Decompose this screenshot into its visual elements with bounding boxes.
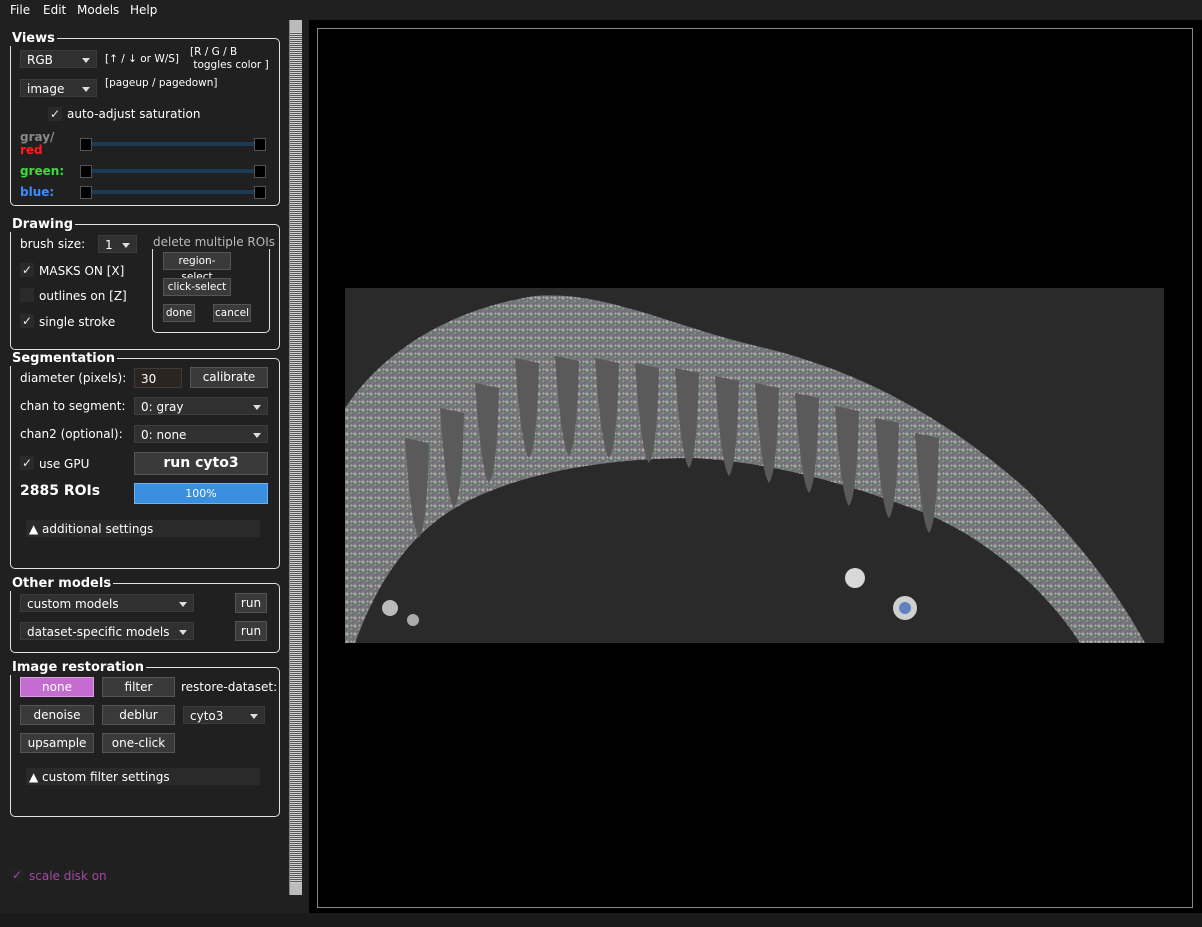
segmentation-progress-bar: 100%	[134, 483, 268, 504]
cancel-button[interactable]: cancel	[213, 304, 251, 322]
calibrate-button[interactable]: calibrate	[190, 367, 268, 388]
menu-models[interactable]: Models	[77, 3, 119, 17]
diameter-label: diameter (pixels):	[20, 371, 127, 385]
chan2-select[interactable]: 0: none	[134, 425, 268, 443]
auto-adjust-label: auto-adjust saturation	[67, 107, 201, 121]
roi-count: 2885 ROIs	[20, 483, 101, 499]
scroll-down-arrow[interactable]	[290, 883, 302, 895]
auto-adjust-checkbox[interactable]: ✓	[48, 107, 62, 121]
diameter-input[interactable]: 30	[134, 368, 182, 388]
slider-track	[82, 142, 264, 146]
region-select-button[interactable]: region-select	[163, 252, 231, 283]
brush-size-label: brush size:	[20, 237, 86, 251]
segmentation-image[interactable]	[345, 288, 1164, 643]
restore-filter-button[interactable]: filter	[102, 677, 175, 697]
chevron-down-icon	[82, 58, 90, 63]
keys-hint: [↑ / ↓ or W/S]	[105, 53, 180, 65]
restore-none-button[interactable]: none	[20, 677, 94, 697]
restore-dataset-label: restore-dataset:	[181, 680, 278, 694]
done-button[interactable]: done	[163, 304, 195, 322]
scale-disk-checkbox[interactable]: ✓	[10, 868, 24, 882]
page-hint: [pageup / pagedown]	[105, 77, 218, 89]
view-mode-select[interactable]: image	[20, 79, 97, 97]
brush-size-select[interactable]: 1	[98, 235, 137, 253]
chan-select[interactable]: 0: gray	[134, 397, 268, 415]
scale-disk-label: scale disk on	[29, 869, 107, 883]
restore-dataset-select[interactable]: cyto3	[183, 706, 265, 724]
chevron-down-icon	[253, 405, 261, 410]
slider-max-handle[interactable]	[254, 165, 266, 178]
chevron-down-icon	[253, 433, 261, 438]
denoise-button[interactable]: denoise	[20, 705, 94, 725]
single-stroke-label: single stroke	[39, 315, 116, 329]
slider-track	[82, 169, 264, 173]
slider-red-label: red	[20, 143, 43, 157]
toggle-hint: [R / G / B toggles color ]	[190, 46, 269, 71]
drawing-title: Drawing	[10, 217, 76, 232]
masks-label: MASKS ON [X]	[39, 264, 125, 278]
slider-gray-label: gray/	[20, 130, 55, 144]
chevron-down-icon	[122, 243, 130, 248]
chevron-down-icon	[82, 87, 90, 92]
restoration-title: Image restoration	[10, 660, 146, 675]
panel-scrollbar[interactable]	[289, 20, 302, 895]
click-select-button[interactable]: click-select	[163, 278, 231, 296]
slider-max-handle[interactable]	[254, 138, 266, 151]
chan-label: chan to segment:	[20, 399, 126, 413]
slider-blue-label: blue:	[20, 185, 55, 199]
run-custom-button[interactable]: run	[235, 593, 267, 613]
outlines-label: outlines on [Z]	[39, 289, 127, 303]
menu-bar: File Edit Models Help	[0, 0, 1202, 20]
blue-saturation-slider[interactable]	[78, 185, 268, 199]
other-models-title: Other models	[10, 576, 114, 591]
outlines-checkbox[interactable]	[20, 288, 34, 302]
menu-file[interactable]: File	[10, 3, 30, 17]
segmentation-title: Segmentation	[10, 351, 117, 366]
upsample-button[interactable]: upsample	[20, 733, 94, 753]
single-stroke-checkbox[interactable]: ✓	[20, 314, 34, 328]
chevron-down-icon	[250, 714, 258, 719]
use-gpu-checkbox[interactable]: ✓	[20, 456, 34, 470]
chevron-down-icon	[179, 602, 187, 607]
custom-models-select[interactable]: custom models	[20, 594, 194, 612]
chevron-down-icon	[179, 630, 187, 635]
views-title: Views	[10, 31, 57, 46]
menu-help[interactable]: Help	[130, 3, 157, 17]
scroll-up-arrow[interactable]	[290, 20, 302, 32]
slider-min-handle[interactable]	[80, 165, 92, 178]
red-saturation-slider[interactable]	[78, 137, 268, 151]
custom-filter-label: ▲ custom filter settings	[29, 770, 170, 784]
deblur-button[interactable]: deblur	[102, 705, 175, 725]
delete-rois-title: delete multiple ROIs	[151, 235, 278, 249]
tissue-image	[345, 295, 1145, 643]
slider-track	[82, 190, 264, 194]
one-click-button[interactable]: one-click	[102, 733, 175, 753]
use-gpu-label: use GPU	[39, 457, 90, 471]
masks-checkbox[interactable]: ✓	[20, 263, 34, 277]
run-cyto3-button[interactable]: run cyto3	[134, 452, 268, 475]
color-mode-select[interactable]: RGB	[20, 50, 97, 68]
additional-settings-label: ▲ additional settings	[29, 522, 154, 536]
menu-edit[interactable]: Edit	[43, 3, 66, 17]
dataset-models-select[interactable]: dataset-specific models	[20, 622, 194, 640]
slider-min-handle[interactable]	[80, 186, 92, 199]
chan2-label: chan2 (optional):	[20, 427, 123, 441]
slider-min-handle[interactable]	[80, 138, 92, 151]
run-dataset-button[interactable]: run	[235, 621, 267, 641]
green-saturation-slider[interactable]	[78, 164, 268, 178]
status-strip	[0, 913, 1202, 927]
slider-green-label: green:	[20, 164, 65, 178]
slider-max-handle[interactable]	[254, 186, 266, 199]
